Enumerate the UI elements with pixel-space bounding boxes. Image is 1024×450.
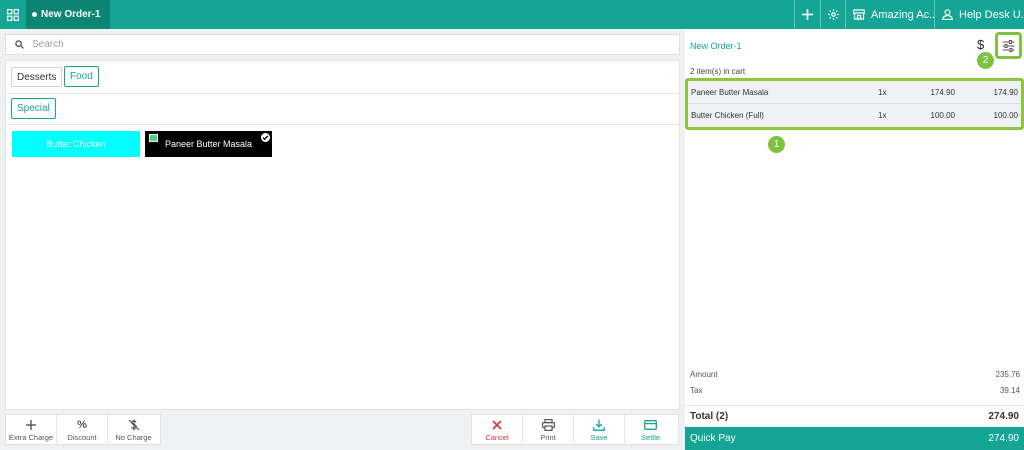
discount-button[interactable]: % Discount	[57, 415, 108, 444]
plus-icon	[802, 9, 813, 20]
item-name: Paneer Butter Masala	[164, 139, 253, 149]
item-name: Butter Chicken	[46, 139, 106, 149]
amount-label: Amount	[690, 370, 718, 379]
selected-square-icon	[149, 134, 158, 142]
no-dollar-icon	[128, 418, 140, 432]
annotation-badge-1: 1	[768, 136, 785, 153]
cart-row[interactable]: Paneer Butter Masala 1x 174.90 174.90	[688, 81, 1021, 104]
category-food[interactable]: Food	[64, 66, 99, 87]
store-icon	[853, 9, 865, 20]
category-desserts[interactable]: Desserts	[11, 67, 63, 87]
add-order-button[interactable]	[794, 0, 820, 29]
quick-pay-value: 274.90	[988, 433, 1019, 444]
annotation-badge-2: 2	[977, 52, 994, 69]
right-action-bar: Cancel Print Save Settle	[471, 414, 679, 445]
currency-button[interactable]: $	[977, 37, 984, 52]
extra-charge-button[interactable]: Extra Charge	[6, 415, 57, 444]
settle-button[interactable]: Settle	[625, 415, 676, 444]
download-icon	[593, 418, 605, 432]
gear-icon	[827, 9, 839, 20]
apps-grid-icon[interactable]	[0, 0, 26, 29]
order-title: New Order-1	[690, 41, 742, 51]
helpdesk-menu[interactable]: Help Desk U...	[934, 0, 1024, 29]
percent-icon: %	[77, 418, 87, 431]
close-icon	[492, 418, 502, 432]
subcategory-special[interactable]: Special	[11, 98, 56, 119]
tax-value: 39.14	[999, 386, 1020, 395]
item-card-paneer-butter-masala[interactable]: Paneer Butter Masala	[145, 131, 272, 157]
quick-pay-button[interactable]: Quick Pay 274.90	[685, 427, 1024, 450]
settings-button[interactable]	[820, 0, 845, 29]
order-tab[interactable]: New Order-1	[26, 0, 111, 29]
account-menu[interactable]: Amazing Ac...	[845, 0, 934, 29]
total-line: Total (2) 274.90	[685, 405, 1024, 427]
category-row: Desserts Food	[6, 61, 679, 94]
active-dot-icon	[32, 12, 37, 17]
search-icon	[15, 40, 24, 49]
print-button[interactable]: Print	[523, 415, 574, 444]
subcategory-row: Special	[6, 94, 679, 125]
printer-icon	[541, 418, 555, 432]
total-value: 274.90	[988, 411, 1019, 422]
order-panel: New Order-1 $ 2 2 item(s) in cart Paneer…	[685, 29, 1024, 450]
left-action-bar: Extra Charge % Discount No Charge	[5, 414, 161, 445]
user-icon	[942, 9, 953, 20]
top-bar: New Order-1 Amazing Ac... Help Desk U...	[0, 0, 1024, 29]
quick-pay-label: Quick Pay	[690, 433, 736, 444]
search-bar	[5, 34, 680, 55]
card-icon	[644, 418, 657, 432]
cart-row[interactable]: Butter Chicken (Full) 1x 100.00 100.00	[688, 104, 1021, 127]
menu-area: Desserts Food Special Butter Chicken Pan…	[5, 60, 680, 410]
search-input[interactable]	[32, 39, 632, 50]
sliders-icon	[1002, 39, 1015, 52]
plus-icon	[26, 418, 36, 432]
save-button[interactable]: Save	[574, 415, 625, 444]
check-circle-icon	[261, 133, 270, 142]
filter-settings-button[interactable]	[995, 32, 1022, 59]
tax-line: Tax 39.14	[690, 386, 1020, 395]
helpdesk-label: Help Desk U...	[959, 8, 1024, 21]
amount-line: Amount 235.76	[690, 370, 1020, 379]
account-label: Amazing Ac...	[871, 8, 934, 21]
order-tab-label: New Order-1	[41, 9, 101, 20]
total-label: Total (2)	[690, 411, 729, 422]
tax-label: Tax	[690, 386, 703, 395]
no-charge-button[interactable]: No Charge	[108, 415, 159, 444]
cart-count: 2 item(s) in cart	[690, 67, 746, 76]
amount-value: 235.76	[995, 370, 1020, 379]
item-card-butter-chicken[interactable]: Butter Chicken	[12, 131, 140, 157]
cart-list: Paneer Butter Masala 1x 174.90 174.90 Bu…	[685, 78, 1024, 130]
cancel-button[interactable]: Cancel	[472, 415, 523, 444]
